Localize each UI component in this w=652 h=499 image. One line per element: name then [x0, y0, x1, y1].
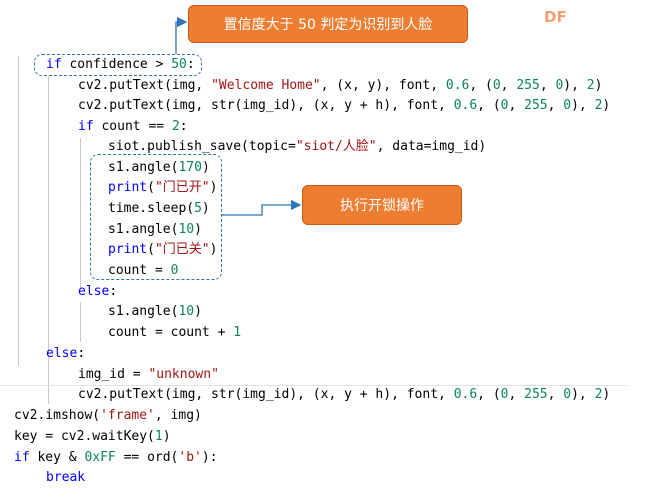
code-line: cv2.imshow('frame', img) [14, 406, 202, 426]
code-line: key = cv2.waitKey(1) [14, 427, 171, 447]
indent-guide-2 [48, 76, 49, 366]
df-watermark: DF [544, 8, 567, 26]
code-line: img_id = "unknown" [78, 365, 219, 385]
code-text: , [500, 78, 517, 93]
code-number: 0 [492, 78, 501, 93]
code-number: 0 [563, 98, 572, 113]
code-keyword: if [14, 450, 30, 465]
code-text: img_id = [78, 367, 149, 382]
code-line: break [46, 468, 85, 488]
code-string: "Welcome Home" [211, 78, 321, 93]
code-text: , ( [477, 387, 501, 402]
code-line: cv2.putText(img, str(img_id), (x, y + h)… [78, 96, 610, 116]
code-text: s1.angle( [108, 304, 179, 319]
code-text: , [539, 78, 556, 93]
code-number: 0.6 [453, 98, 478, 113]
code-text: , (x, y), font, [320, 78, 446, 93]
code-line: else: [46, 344, 85, 364]
code-text: , ( [469, 78, 493, 93]
code-text: , [547, 98, 564, 113]
code-text: cv2.imshow( [14, 408, 101, 423]
code-line: count = count + 1 [108, 323, 241, 343]
code-string: "unknown" [148, 367, 219, 382]
code-text: count == [93, 119, 172, 134]
code-string: 'frame' [100, 408, 155, 423]
code-text: key & [29, 450, 85, 465]
code-line: else: [78, 282, 117, 302]
indent-guide-4 [80, 302, 81, 342]
code-text: cv2.putText(img, str(img_id), (x, y + h)… [78, 98, 454, 113]
code-number: 1 [154, 429, 163, 444]
code-number: 0 [563, 387, 572, 402]
highlight-unlock-block [90, 154, 222, 280]
code-text: , ( [477, 98, 501, 113]
code-text: , img) [154, 408, 202, 423]
code-text: ), [571, 98, 595, 113]
callout-confidence-threshold: 置信度大于 50 判定为识别到人脸 [188, 5, 468, 43]
code-text: siot.publish_save(topic= [108, 139, 296, 154]
code-line: cv2.putText(img, str(img_id), (x, y + h)… [78, 385, 610, 405]
code-text: == ord( [115, 450, 179, 465]
code-number: 1 [233, 325, 242, 340]
code-number: 0.6 [453, 387, 478, 402]
code-text: ): [201, 450, 218, 465]
code-string: "siot/人脸" [295, 139, 377, 154]
code-text: , [508, 98, 525, 113]
code-text: , [508, 387, 525, 402]
code-text: count = count + [108, 325, 234, 340]
code-keyword: if [78, 119, 94, 134]
code-line: if key & 0xFF == ord('b'): [14, 448, 218, 468]
code-number: 0.6 [445, 78, 470, 93]
indent-guide-3 [80, 138, 81, 288]
code-number: 255 [524, 98, 548, 113]
code-string: 'b' [178, 450, 202, 465]
callout-unlock-action: 执行开锁操作 [302, 185, 462, 225]
code-text: key = cv2.waitKey( [14, 429, 155, 444]
code-text: ), [571, 387, 595, 402]
code-number: 2 [171, 119, 180, 134]
code-text: : [109, 284, 118, 299]
code-number: 255 [524, 387, 548, 402]
code-text: cv2.putText(img, [78, 78, 212, 93]
code-text: ) [602, 387, 611, 402]
code-text: , data=img_id) [376, 139, 487, 154]
arrow-to-confidence-callout [175, 16, 188, 54]
code-keyword: else [78, 284, 110, 299]
code-text: : [179, 119, 188, 134]
code-keyword: else [46, 346, 78, 361]
highlight-if-confidence [34, 54, 202, 76]
arrow-to-unlock-callout [222, 199, 302, 216]
code-text: ) [162, 429, 171, 444]
indent-guide-5 [48, 364, 49, 404]
code-line: s1.angle(10) [108, 302, 202, 322]
indent-guide-1 [18, 56, 19, 366]
code-number: 255 [516, 78, 540, 93]
code-line: if count == 2: [78, 117, 188, 137]
code-number: 2 [586, 78, 595, 93]
code-text: ), [563, 78, 587, 93]
code-text: cv2.putText(img, str(img_id), (x, y + h)… [78, 387, 454, 402]
code-text: , [547, 387, 564, 402]
code-number: 10 [178, 304, 195, 319]
code-text: ) [602, 98, 611, 113]
code-text: ) [194, 304, 202, 319]
code-keyword: break [46, 470, 86, 485]
code-text: : [77, 346, 86, 361]
code-number: 0xFF [84, 450, 116, 465]
code-text: ) [594, 78, 603, 93]
code-line: cv2.putText(img, "Welcome Home", (x, y),… [78, 76, 602, 96]
